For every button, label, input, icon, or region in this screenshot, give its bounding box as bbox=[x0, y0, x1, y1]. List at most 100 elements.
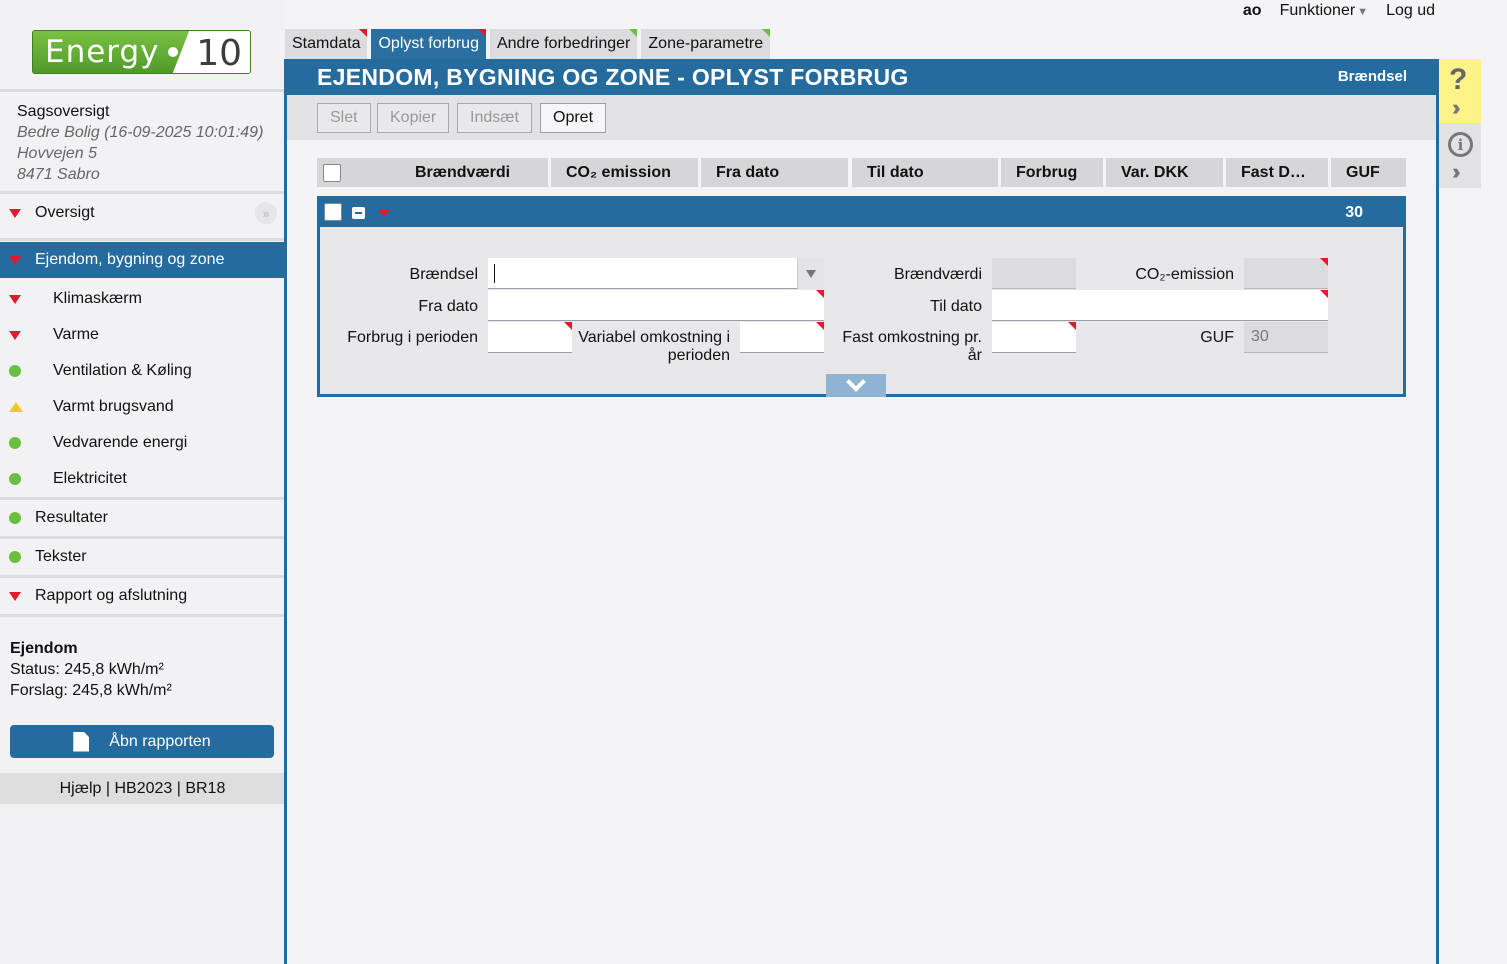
nav-item-label: Klimaskærm bbox=[53, 290, 142, 307]
column-header-consumption[interactable]: Forbrug bbox=[1001, 158, 1103, 187]
info-icon[interactable]: i bbox=[1448, 132, 1473, 157]
nav-item-renewable[interactable]: Vedvarende energi bbox=[0, 425, 285, 461]
functions-menu[interactable]: Funktioner ▼ bbox=[1280, 2, 1368, 20]
column-header-var-dkk[interactable]: Var. DKK bbox=[1106, 158, 1223, 187]
collapse-icon[interactable]: » bbox=[255, 202, 277, 224]
ok-marker bbox=[762, 29, 771, 37]
nav-property-building-zone[interactable]: Ejendom, bygning og zone bbox=[0, 242, 285, 278]
required-marker bbox=[1320, 290, 1328, 298]
guf-value: 30 bbox=[1251, 328, 1269, 345]
nav-item-label: Ventilation & Køling bbox=[53, 362, 192, 379]
column-header-to-date[interactable]: Til dato bbox=[852, 158, 998, 187]
tab-reported-consumption[interactable]: Oplyst forbrug bbox=[371, 29, 486, 59]
tab-other-improvements[interactable]: Andre forbedringer bbox=[489, 29, 638, 59]
to-date-field[interactable] bbox=[992, 290, 1328, 321]
ok-marker bbox=[629, 29, 638, 37]
status-ok-icon bbox=[9, 473, 21, 485]
warning-triangle-icon bbox=[378, 209, 390, 217]
copy-button[interactable]: Kopier bbox=[377, 103, 450, 133]
sidebar: Energy 10 Sagsoversigt Bedre Bolig (16-0… bbox=[0, 0, 285, 964]
divider bbox=[0, 238, 285, 241]
nav-item-electricity[interactable]: Elektricitet bbox=[0, 461, 285, 497]
divider bbox=[0, 89, 285, 92]
tab-label: Stamdata bbox=[292, 35, 361, 52]
required-marker bbox=[477, 29, 486, 37]
nav-results-label: Resultater bbox=[35, 509, 108, 526]
help-panel-toggle[interactable]: ? ›› bbox=[1439, 59, 1481, 123]
fixed-cost-label-line1: Fast omkostning pr. bbox=[842, 329, 982, 346]
nav-item-label: Varmt brugsvand bbox=[53, 398, 174, 415]
tab-master-data[interactable]: Stamdata bbox=[285, 29, 368, 59]
help-links[interactable]: Hjælp | HB2023 | BR18 bbox=[0, 773, 285, 804]
case-overview-title[interactable]: Sagsoversigt bbox=[17, 101, 263, 122]
record-toolbar: Slet Kopier Indsæt Opret bbox=[287, 95, 1436, 140]
delete-button[interactable]: Slet bbox=[317, 103, 371, 133]
summary-status: Status: 245,8 kWh/m² bbox=[10, 661, 164, 678]
fuel-select[interactable] bbox=[488, 258, 824, 289]
warning-triangle-icon bbox=[9, 330, 21, 340]
select-all-checkbox[interactable] bbox=[323, 163, 341, 182]
nav-item-climate-envelope[interactable]: Klimaskærm bbox=[0, 281, 285, 317]
status-ok-icon bbox=[9, 512, 21, 524]
nav-report-label: Rapport og afslutning bbox=[35, 587, 188, 604]
variable-cost-label-line1: Variabel omkostning i bbox=[578, 329, 730, 346]
nav-overview[interactable]: Oversigt » bbox=[0, 195, 285, 231]
column-header-from-date[interactable]: Fra dato bbox=[701, 158, 848, 187]
column-header-co2[interactable]: CO₂ emission bbox=[551, 158, 698, 187]
warning-triangle-icon bbox=[9, 208, 21, 218]
collapse-record-icon[interactable] bbox=[352, 207, 365, 219]
expand-details-button[interactable] bbox=[826, 371, 886, 397]
caret-down-icon: ▼ bbox=[1357, 6, 1369, 18]
create-button[interactable]: Opret bbox=[540, 103, 607, 133]
caution-triangle-icon bbox=[9, 402, 23, 412]
nav-active-label: Ejendom, bygning og zone bbox=[35, 251, 225, 268]
required-marker bbox=[816, 322, 824, 330]
logo-version: 10 bbox=[172, 31, 250, 73]
tab-zone-parameters[interactable]: Zone-parametre bbox=[641, 29, 771, 59]
fixed-cost-field[interactable] bbox=[992, 322, 1076, 353]
page-header: EJENDOM, BYGNING OG ZONE - OPLYST FORBRU… bbox=[284, 59, 1439, 95]
nav-texts[interactable]: Tekster bbox=[0, 539, 285, 575]
chevron-down-icon bbox=[846, 371, 866, 392]
consumption-field[interactable] bbox=[488, 322, 572, 353]
nav-item-label: Elektricitet bbox=[53, 470, 127, 487]
tab-label: Zone-parametre bbox=[648, 35, 764, 52]
co2-field bbox=[1244, 258, 1328, 289]
logout-link[interactable]: Log ud bbox=[1386, 2, 1435, 20]
dropdown-arrow-icon[interactable] bbox=[797, 258, 824, 289]
double-chevron-icon[interactable]: ›› bbox=[1452, 159, 1460, 185]
double-chevron-icon: ›› bbox=[1452, 95, 1460, 120]
case-city: 8471 Sabro bbox=[17, 166, 100, 183]
summary-title: Ejendom bbox=[10, 640, 78, 657]
record-header[interactable]: 30 bbox=[320, 199, 1403, 227]
open-report-button[interactable]: Åbn rapporten bbox=[10, 725, 274, 758]
required-marker bbox=[564, 322, 572, 330]
nav-texts-label: Tekster bbox=[35, 548, 87, 565]
arrow-glyph bbox=[806, 269, 816, 278]
case-overview[interactable]: Sagsoversigt Bedre Bolig (16-09-2025 10:… bbox=[17, 101, 263, 185]
column-header-calorific[interactable]: Brændværdi bbox=[317, 158, 548, 187]
warning-triangle-icon bbox=[9, 255, 21, 265]
nav-item-ventilation[interactable]: Ventilation & Køling bbox=[0, 353, 285, 389]
from-date-field[interactable] bbox=[488, 290, 824, 321]
column-header-fixed[interactable]: Fast D… bbox=[1226, 158, 1328, 187]
variable-cost-label-line2: perioden bbox=[667, 347, 730, 364]
energy10-logo[interactable]: Energy 10 bbox=[32, 30, 251, 74]
guf-field: 30 bbox=[1244, 322, 1328, 353]
nav-item-hot-water[interactable]: Varmt brugsvand bbox=[0, 389, 285, 425]
required-marker bbox=[1320, 258, 1328, 266]
nav-report[interactable]: Rapport og afslutning bbox=[0, 578, 285, 614]
paste-button[interactable]: Indsæt bbox=[457, 103, 532, 133]
variable-cost-label: Variabel omkostning i perioden bbox=[572, 329, 730, 365]
record-checkbox[interactable] bbox=[324, 203, 342, 221]
nav-item-heating[interactable]: Varme bbox=[0, 317, 285, 353]
summary-proposal: Forslag: 245,8 kWh/m² bbox=[10, 682, 172, 699]
nav-results[interactable]: Resultater bbox=[0, 500, 285, 536]
user-initials: ao bbox=[1242, 2, 1262, 19]
consumption-record: 30 Brændsel Brændværdi CO₂-emission Fra … bbox=[317, 196, 1406, 397]
open-report-label: Åbn rapporten bbox=[109, 732, 211, 750]
variable-cost-field[interactable] bbox=[740, 322, 824, 353]
column-header-guf[interactable]: GUF bbox=[1331, 158, 1406, 187]
logo-dot bbox=[168, 47, 178, 57]
nav-overview-label: Oversigt bbox=[35, 204, 95, 221]
